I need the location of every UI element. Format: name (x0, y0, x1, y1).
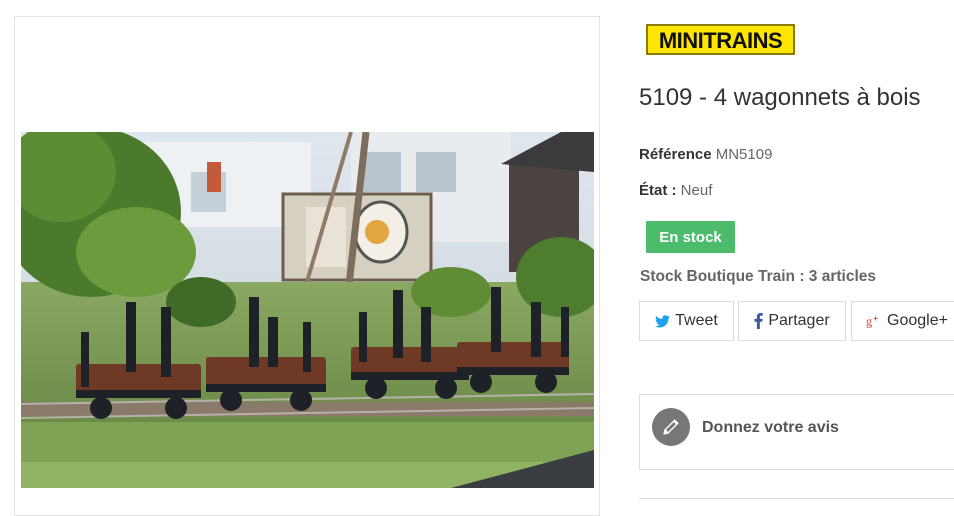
svg-text:+: + (873, 314, 878, 323)
google-plus-icon: g + (866, 314, 882, 328)
facebook-share-button[interactable]: Partager (738, 301, 846, 341)
condition-line: État : Neuf (639, 182, 712, 199)
tweet-label: Tweet (675, 312, 718, 329)
section-divider (639, 498, 954, 499)
google-plus-label: Google+ (887, 312, 948, 329)
stock-boutique-count: Stock Boutique Train : 3 articles (640, 268, 877, 285)
condition-label: État : (639, 182, 677, 199)
facebook-share-label: Partager (768, 312, 830, 329)
tweet-button[interactable]: Tweet (639, 301, 734, 341)
brand-logo[interactable]: MINITRAINS (646, 24, 795, 55)
brand-logo-text: MINITRAINS (659, 28, 782, 53)
product-title: 5109 - 4 wagonnets à bois (639, 84, 921, 111)
condition-value: Neuf (680, 182, 713, 199)
write-review-box[interactable]: Donnez votre avis (639, 394, 954, 470)
product-photo[interactable] (21, 132, 594, 488)
facebook-f-icon (754, 313, 764, 329)
pencil-icon (652, 408, 690, 446)
stock-status-badge: En stock (646, 221, 735, 253)
reference-label: Référence (639, 146, 712, 163)
reference-value: MN5109 (715, 146, 773, 163)
reference-line: Référence MN5109 (639, 146, 772, 163)
write-review-label: Donnez votre avis (702, 419, 839, 436)
svg-text:g: g (866, 314, 872, 328)
google-plus-button[interactable]: g + Google+ (851, 301, 954, 341)
twitter-bird-icon (655, 314, 671, 328)
